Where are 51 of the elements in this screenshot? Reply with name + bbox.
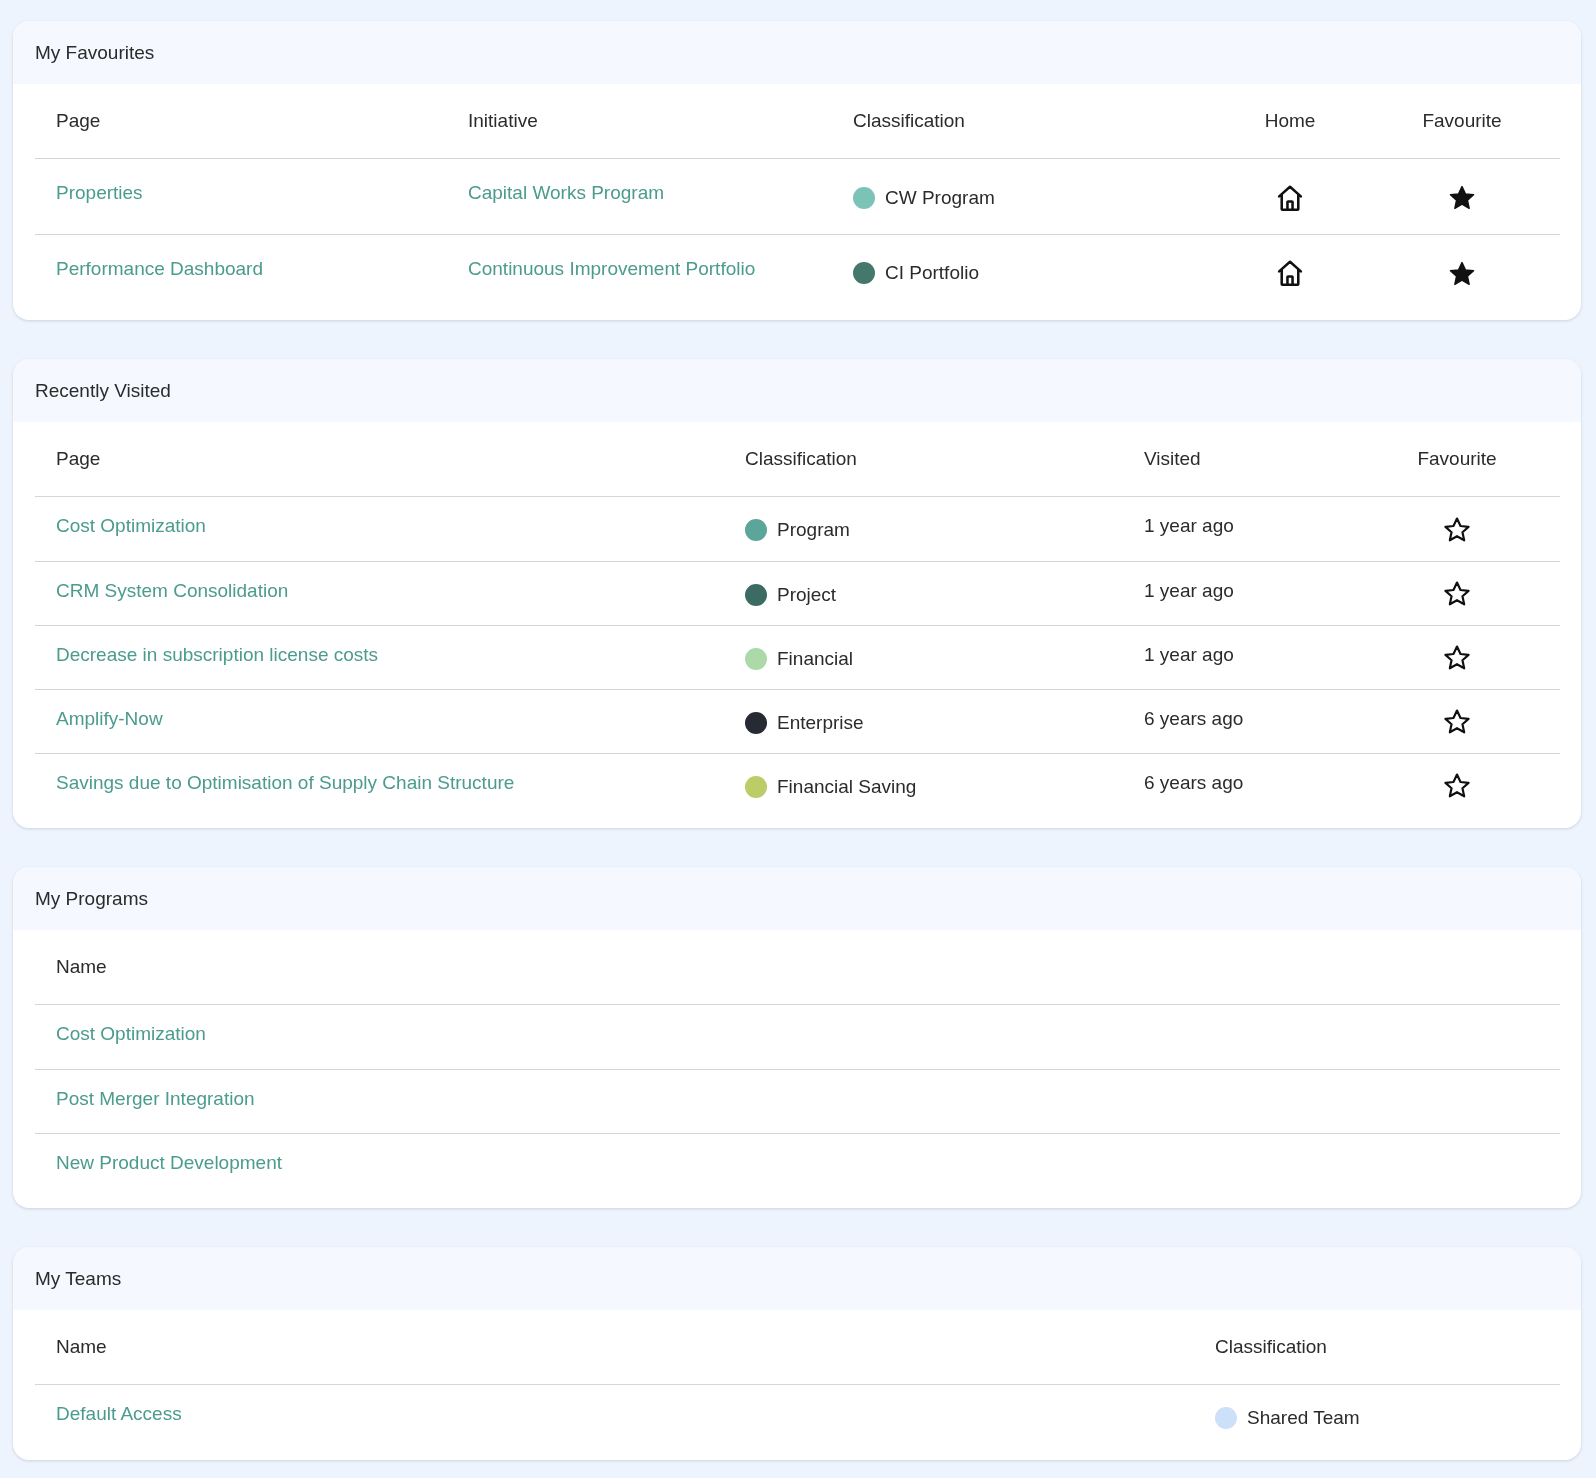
page-link[interactable]: Savings due to Optimisation of Supply Chain Structure <box>56 770 515 796</box>
column-header: Page <box>56 109 101 133</box>
column-header: Home <box>1264 109 1316 133</box>
column-header: Favourite <box>1422 109 1502 133</box>
classification-label: Financial Saving <box>777 774 917 799</box>
card-title: My Favourites <box>35 40 155 65</box>
visited-time: 1 year ago <box>1144 514 1234 538</box>
classification-label: Shared Team <box>1247 1406 1360 1430</box>
star-icon[interactable] <box>1444 581 1470 606</box>
column-header: Page <box>56 447 101 471</box>
page-link[interactable]: Cost Optimization <box>56 513 206 539</box>
star-icon[interactable] <box>1449 260 1475 286</box>
star-icon[interactable] <box>1444 645 1470 670</box>
visited-time: 1 year ago <box>1144 579 1234 603</box>
star-icon[interactable] <box>1444 709 1470 734</box>
page-link[interactable]: CRM System Consolidation <box>56 578 289 604</box>
visited-time: 6 years ago <box>1144 707 1244 731</box>
visited-time: 6 years ago <box>1144 771 1244 795</box>
name-link[interactable]: New Product Development <box>56 1150 282 1176</box>
star-icon[interactable] <box>1444 773 1470 798</box>
column-header: Name <box>56 1335 107 1359</box>
page-link[interactable]: Decrease in subscription license costs <box>56 642 379 668</box>
column-header: Classification <box>853 109 965 133</box>
home-icon[interactable] <box>1277 260 1303 286</box>
visited-time: 1 year ago <box>1144 643 1234 667</box>
star-icon[interactable] <box>1449 185 1475 210</box>
page-link[interactable]: Performance Dashboard <box>56 256 263 282</box>
card-title: My Programs <box>35 886 148 911</box>
classification-label: Enterprise <box>777 710 864 735</box>
classification-label: CI Portfolio <box>885 261 979 285</box>
classification-label: Financial <box>777 646 854 671</box>
classification-label: CW Program <box>885 185 995 210</box>
column-header: Initiative <box>468 109 538 133</box>
card-title: My Teams <box>35 1266 122 1291</box>
column-header: Favourite <box>1417 447 1497 471</box>
classification-label: Project <box>777 582 837 607</box>
name-link[interactable]: Cost Optimization <box>56 1021 206 1047</box>
name-link[interactable]: Post Merger Integration <box>56 1086 255 1112</box>
initiative-link[interactable]: Continuous Improvement Portfolio <box>468 256 756 282</box>
name-link[interactable]: Default Access <box>56 1401 182 1427</box>
column-header: Name <box>56 955 107 979</box>
column-header: Classification <box>745 447 857 471</box>
page-link[interactable]: Amplify-Now <box>56 706 163 732</box>
initiative-link[interactable]: Capital Works Program <box>468 180 665 206</box>
column-header: Visited <box>1144 447 1201 471</box>
page-link[interactable]: Properties <box>56 180 143 206</box>
classification-label: Program <box>777 518 850 542</box>
star-icon[interactable] <box>1444 516 1470 542</box>
column-header: Classification <box>1215 1335 1327 1359</box>
home-icon[interactable] <box>1277 184 1303 211</box>
card-title: Recently Visited <box>35 378 171 403</box>
